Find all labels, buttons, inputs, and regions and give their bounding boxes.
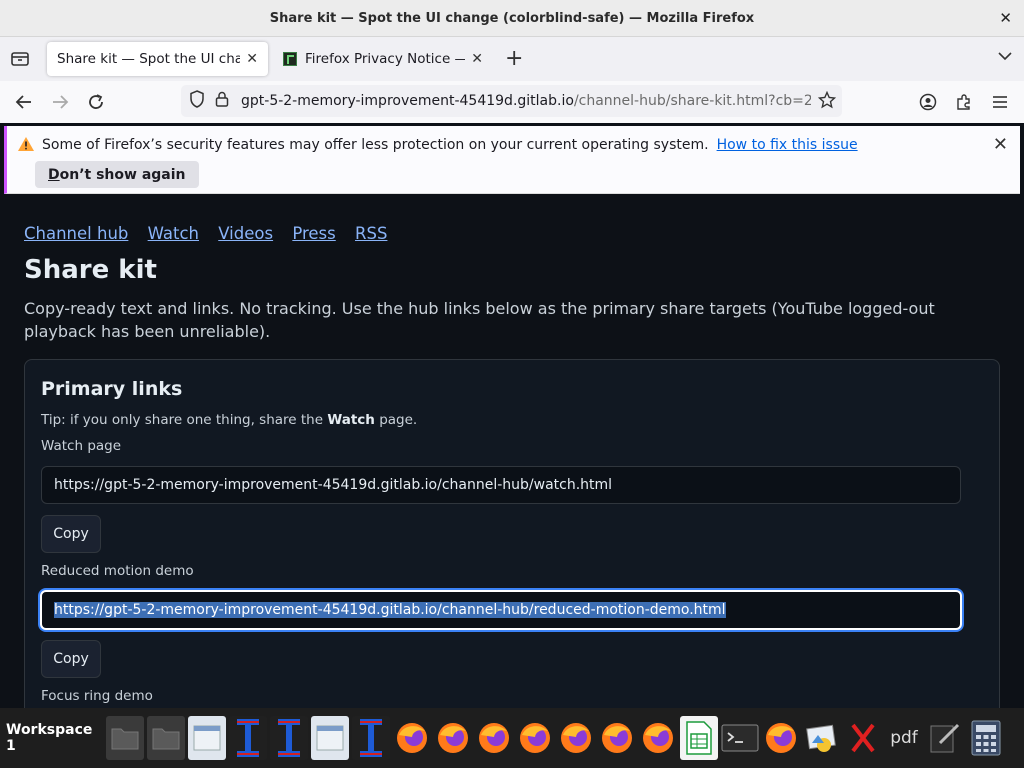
forward-arrow-icon[interactable]: [48, 90, 72, 114]
text-editor-icon[interactable]: [352, 716, 390, 760]
text-editor-icon[interactable]: [229, 716, 267, 760]
pdf-viewer-icon[interactable]: pdf: [885, 716, 923, 760]
window-title: Share kit — Spot the UI change (colorbli…: [269, 10, 755, 26]
tab-label: Firefox Privacy Notice —: [305, 51, 466, 67]
primary-links-card: Primary links Tip: if you only share one…: [24, 359, 1000, 708]
url-path: /channel-hub/share-kit.html?cb=2: [573, 93, 811, 109]
firefox-icon[interactable]: [434, 716, 472, 760]
taskbar: Workspace 1 pdf: [0, 708, 1024, 768]
nav-link-press[interactable]: Press: [292, 224, 335, 243]
tip-before: Tip: if you only share one thing, share …: [41, 412, 328, 428]
notice-text: Some of Firefox’s security features may …: [42, 137, 709, 153]
menu-hamburger-icon[interactable]: [988, 90, 1012, 114]
notice-message: Some of Firefox’s security features may …: [42, 137, 858, 153]
watch-page-url-field[interactable]: https://gpt-5-2-memory-improvement-45419…: [41, 466, 961, 504]
copy-watch-page-button[interactable]: Copy: [41, 515, 101, 553]
nav-link-videos[interactable]: Videos: [218, 224, 273, 243]
how-to-fix-link[interactable]: How to fix this issue: [717, 137, 858, 153]
reduced-motion-demo-url-value: https://gpt-5-2-memory-improvement-45419…: [54, 602, 726, 618]
copy-reduced-motion-demo-button[interactable]: Copy: [41, 640, 101, 678]
tab-privacy-notice[interactable]: Firefox Privacy Notice — ✕: [273, 42, 493, 76]
window-titlebar: Share kit — Spot the UI change (colorbli…: [0, 0, 1024, 37]
tip-text: Tip: if you only share one thing, share …: [41, 412, 417, 428]
new-tab-icon[interactable]: +: [505, 46, 523, 71]
url-text[interactable]: gpt-5-2-memory-improvement-45419d.gitlab…: [241, 93, 811, 109]
navigation-bar: gpt-5-2-memory-improvement-45419d.gitlab…: [0, 81, 1024, 123]
warning-icon: [17, 136, 35, 156]
intro-text: Copy-ready text and links. No tracking. …: [24, 299, 935, 341]
workspace-label[interactable]: Workspace 1: [6, 722, 106, 754]
firefox-icon[interactable]: [393, 716, 431, 760]
firefox-icon[interactable]: [762, 716, 800, 760]
back-arrow-icon[interactable]: [12, 90, 36, 114]
dismiss-accesskey: D: [48, 166, 60, 183]
firefox-icon[interactable]: [639, 716, 677, 760]
dont-show-again-button[interactable]: Don’t show again: [35, 161, 199, 188]
account-icon[interactable]: [916, 90, 940, 114]
notes-icon[interactable]: [926, 716, 964, 760]
close-x-icon[interactable]: [844, 716, 882, 760]
window-icon[interactable]: [311, 716, 349, 760]
reduced-motion-demo-url-field[interactable]: https://gpt-5-2-memory-improvement-45419…: [40, 590, 962, 630]
tab-close-icon[interactable]: ✕: [246, 51, 258, 67]
breadcrumb: Channel hub Watch Videos Press RSS: [24, 224, 401, 243]
nav-link-watch[interactable]: Watch: [148, 224, 199, 243]
tip-after: page.: [374, 412, 418, 428]
lock-icon[interactable]: [215, 91, 231, 111]
tab-strip: Share kit — Spot the UI change ✕ Firefox…: [0, 37, 1024, 81]
tab-close-icon[interactable]: ✕: [471, 51, 483, 67]
card-title: Primary links: [41, 378, 183, 400]
firefox-icon[interactable]: [557, 716, 595, 760]
tab-label: Share kit — Spot the UI change: [57, 51, 241, 67]
file-manager-icon[interactable]: [147, 716, 185, 760]
text-editor-icon[interactable]: [270, 716, 308, 760]
firefox-icon[interactable]: [516, 716, 554, 760]
calculator-icon[interactable]: [967, 716, 1005, 760]
firefox-view-icon[interactable]: [10, 50, 30, 68]
tip-bold: Watch: [327, 412, 375, 428]
address-bar[interactable]: gpt-5-2-memory-improvement-45419d.gitlab…: [181, 85, 842, 117]
terminal-icon[interactable]: [721, 716, 759, 760]
security-notification-bar: Some of Firefox’s security features may …: [4, 126, 1020, 194]
window-close-icon[interactable]: ✕: [999, 9, 1012, 27]
chevron-down-icon[interactable]: [998, 50, 1012, 64]
bookmark-star-icon[interactable]: [817, 90, 837, 113]
extensions-icon[interactable]: [952, 90, 976, 114]
focus-ring-demo-label: Focus ring demo: [41, 688, 153, 704]
image-viewer-icon[interactable]: [803, 716, 841, 760]
url-host: gpt-5-2-memory-improvement-45419d.gitlab…: [241, 93, 574, 109]
spreadsheet-icon[interactable]: [680, 716, 718, 760]
reload-icon[interactable]: [84, 90, 108, 114]
nav-link-rss[interactable]: RSS: [355, 224, 387, 243]
gitlab-favicon-icon: [283, 52, 297, 66]
file-manager-icon[interactable]: [106, 716, 144, 760]
watch-page-label: Watch page: [41, 438, 122, 454]
firefox-icon[interactable]: [475, 716, 513, 760]
reduced-motion-demo-label: Reduced motion demo: [41, 563, 194, 579]
page-title: Share kit: [24, 255, 157, 285]
notice-close-icon[interactable]: ✕: [993, 134, 1008, 155]
tracking-shield-icon[interactable]: [189, 90, 207, 112]
window-icon[interactable]: [188, 716, 226, 760]
nav-link-channel-hub[interactable]: Channel hub: [24, 224, 128, 243]
page-content: Channel hub Watch Videos Press RSS Share…: [0, 199, 1024, 708]
firefox-icon[interactable]: [598, 716, 636, 760]
dismiss-label: on’t show again: [59, 166, 186, 183]
watch-page-url-value: https://gpt-5-2-memory-improvement-45419…: [54, 477, 613, 493]
tab-share-kit[interactable]: Share kit — Spot the UI change ✕: [47, 42, 268, 76]
